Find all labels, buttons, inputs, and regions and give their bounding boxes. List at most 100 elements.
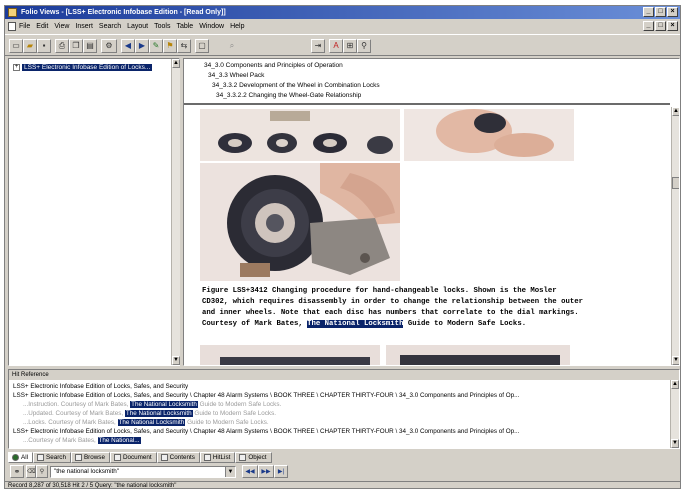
tree-item-root[interactable]: + LSS+ Electronic Infobase Edition of Lo… xyxy=(13,62,153,72)
hit-row[interactable]: LSS+ Electronic Infobase Edition of Lock… xyxy=(13,391,663,400)
scroll-down-icon[interactable]: ▼ xyxy=(172,356,180,365)
hit-row[interactable]: ...Locks. Courtesy of Mark Bates, The Na… xyxy=(23,418,673,427)
caption-text: Courtesy of Mark Bates, xyxy=(202,320,303,328)
lock-photo xyxy=(200,163,400,281)
hit-context: ...Locks. Courtesy of Mark Bates, xyxy=(23,419,116,426)
search-hit-highlight[interactable]: The National Locksmith xyxy=(117,419,186,426)
settings-icon[interactable]: ⚙ xyxy=(101,39,117,53)
tab-label: Browse xyxy=(83,454,105,461)
hit-row[interactable]: LSS+ Electronic Infobase Edition of Lock… xyxy=(13,427,663,436)
highlighter-icon[interactable]: ✎ xyxy=(149,39,163,53)
search-hit-highlight[interactable]: The National... xyxy=(97,437,141,444)
table-icon[interactable]: ⊞ xyxy=(343,39,357,53)
breadcrumb-item[interactable]: 34_3.3.2.2 Changing the Wheel-Gate Relat… xyxy=(216,92,361,99)
caption-line: CD302, which requires disassembly in ord… xyxy=(202,298,583,306)
query-bar: ⚭ ⌫ ⚲ "the national locksmith" ▼ ◀◀ ▶▶ ▶… xyxy=(8,465,680,479)
tab-browse[interactable]: Browse xyxy=(70,452,110,463)
title-bar[interactable]: Folio Views - [LSS+ Electronic Infobase … xyxy=(5,6,680,19)
hit-row[interactable]: ...Instruction. Courtesy of Mark Bates, … xyxy=(23,400,673,409)
indent-icon[interactable]: ⇥ xyxy=(311,39,325,53)
tree-scrollbar[interactable]: ▲ ▼ xyxy=(171,59,180,365)
scroll-down-icon[interactable]: ▼ xyxy=(671,439,679,448)
hit-context: Guide to Modern Safe Locks. xyxy=(187,419,269,426)
menu-window[interactable]: Window xyxy=(199,23,224,30)
link-icon[interactable]: ⇆ xyxy=(177,39,191,53)
zoom-icon[interactable]: ⌕ xyxy=(225,39,239,53)
menu-table[interactable]: Table xyxy=(176,23,193,30)
query-input[interactable]: "the national locksmith" ▼ xyxy=(50,466,236,478)
view-icon[interactable]: ▢ xyxy=(195,39,209,53)
back-icon[interactable]: ◀ xyxy=(121,39,135,53)
search-hit-highlight[interactable]: The National Locksmith xyxy=(124,410,193,417)
close-button[interactable]: × xyxy=(667,7,678,17)
hit-row[interactable]: LSS+ Electronic Infobase Edition of Lock… xyxy=(13,382,663,391)
query-icon[interactable]: ⚲ xyxy=(357,39,371,53)
maximize-button[interactable]: □ xyxy=(655,7,666,17)
menu-layout[interactable]: Layout xyxy=(127,23,148,30)
search-hit-highlight[interactable]: The National Locksmith xyxy=(307,320,404,328)
scroll-thumb[interactable] xyxy=(672,177,679,189)
breadcrumb: 34_3.0 Components and Principles of Oper… xyxy=(184,59,670,105)
tab-contents[interactable]: Contents xyxy=(156,452,200,463)
copy-icon[interactable]: ❐ xyxy=(69,39,83,53)
doc-minimize-button[interactable]: _ xyxy=(643,21,654,31)
forward-icon[interactable]: ▶ xyxy=(135,39,149,53)
menu-search[interactable]: Search xyxy=(99,23,121,30)
tab-label: Document xyxy=(122,454,152,461)
hit-context: ...Updated. Courtesy of Mark Bates, xyxy=(23,410,124,417)
caption-line: and inner wheels. Note that each disc ha… xyxy=(202,309,579,317)
clear-query-icon[interactable]: ⌫ xyxy=(26,465,36,478)
search-hit-highlight[interactable]: The National Locksmith xyxy=(130,401,198,408)
scroll-up-icon[interactable]: ▲ xyxy=(172,59,180,68)
save-icon[interactable]: ▪ xyxy=(37,39,51,53)
bookmark-icon[interactable]: ⚑ xyxy=(163,39,177,53)
hand-photo xyxy=(404,109,574,161)
hits-scrollbar[interactable]: ▲ ▼ xyxy=(670,380,679,448)
doc-close-button[interactable]: × xyxy=(667,21,678,31)
document-scrollbar[interactable]: ▲ ▼ xyxy=(671,107,679,365)
hit-row[interactable]: ...Updated. Courtesy of Mark Bates, The … xyxy=(23,409,673,418)
minimize-button[interactable]: _ xyxy=(643,7,654,17)
first-hit-icon: ◀◀ xyxy=(245,469,255,475)
next-figure-photo xyxy=(200,345,570,365)
menu-help[interactable]: Help xyxy=(230,23,244,30)
menu-edit[interactable]: Edit xyxy=(36,23,48,30)
doc-restore-button[interactable]: □ xyxy=(655,21,666,31)
expand-icon[interactable]: + xyxy=(13,63,20,71)
breadcrumb-item[interactable]: 34_3.3.2 Development of the Wheel in Com… xyxy=(212,82,380,89)
open-icon[interactable]: ▰ xyxy=(23,39,37,53)
hit-row[interactable]: ...Courtesy of Mark Bates, The National.… xyxy=(23,436,673,445)
first-hit-button[interactable]: ◀◀ xyxy=(242,465,258,478)
document-icon xyxy=(113,454,121,461)
breadcrumb-item[interactable]: 34_3.3 Wheel Pack xyxy=(208,72,264,79)
app-icon xyxy=(8,8,17,17)
paste-icon[interactable]: ▤ xyxy=(83,39,97,53)
tab-all[interactable]: All xyxy=(8,452,33,463)
toolbar: ▭ ▰ ▪ ⎙ ❐ ▤ ⚙ ◀ ▶ ✎ ⚑ ⇆ ▢ ⌕ ⇥ A ⊞ ⚲ xyxy=(5,34,680,56)
menu-insert[interactable]: Insert xyxy=(75,23,93,30)
last-hit-button[interactable]: ▶| xyxy=(274,465,288,478)
new-icon[interactable]: ▭ xyxy=(9,39,23,53)
tab-document[interactable]: Document xyxy=(109,452,157,463)
breadcrumb-item[interactable]: 34_3.0 Components and Principles of Oper… xyxy=(204,62,343,69)
print-icon[interactable]: ⎙ xyxy=(55,39,69,53)
binoculars-icon[interactable]: ⚭ xyxy=(10,465,24,478)
next-hit-button[interactable]: ▶▶ xyxy=(258,465,274,478)
tab-object[interactable]: Object xyxy=(235,452,272,463)
menu-view[interactable]: View xyxy=(54,23,69,30)
chevron-down-icon[interactable]: ▼ xyxy=(225,467,235,477)
hit-context: Guide to Modern Safe Locks. xyxy=(199,401,282,408)
menu-file[interactable]: File xyxy=(19,23,30,30)
tab-search[interactable]: Search xyxy=(33,452,71,463)
scroll-up-icon[interactable]: ▲ xyxy=(672,107,679,116)
menu-tools[interactable]: Tools xyxy=(154,23,170,30)
font-color-icon[interactable]: A xyxy=(329,39,343,53)
scroll-up-icon[interactable]: ▲ xyxy=(671,380,679,389)
query-history-icon[interactable]: ⚲ xyxy=(36,465,48,478)
window-title: Folio Views - [LSS+ Electronic Infobase … xyxy=(21,9,226,16)
tree-item-label[interactable]: LSS+ Electronic Infobase Edition of Lock… xyxy=(22,63,153,71)
contents-icon xyxy=(160,454,168,461)
tab-label: All xyxy=(21,454,28,461)
scroll-down-icon[interactable]: ▼ xyxy=(672,356,679,365)
tab-hitlist[interactable]: HitList xyxy=(199,452,236,463)
